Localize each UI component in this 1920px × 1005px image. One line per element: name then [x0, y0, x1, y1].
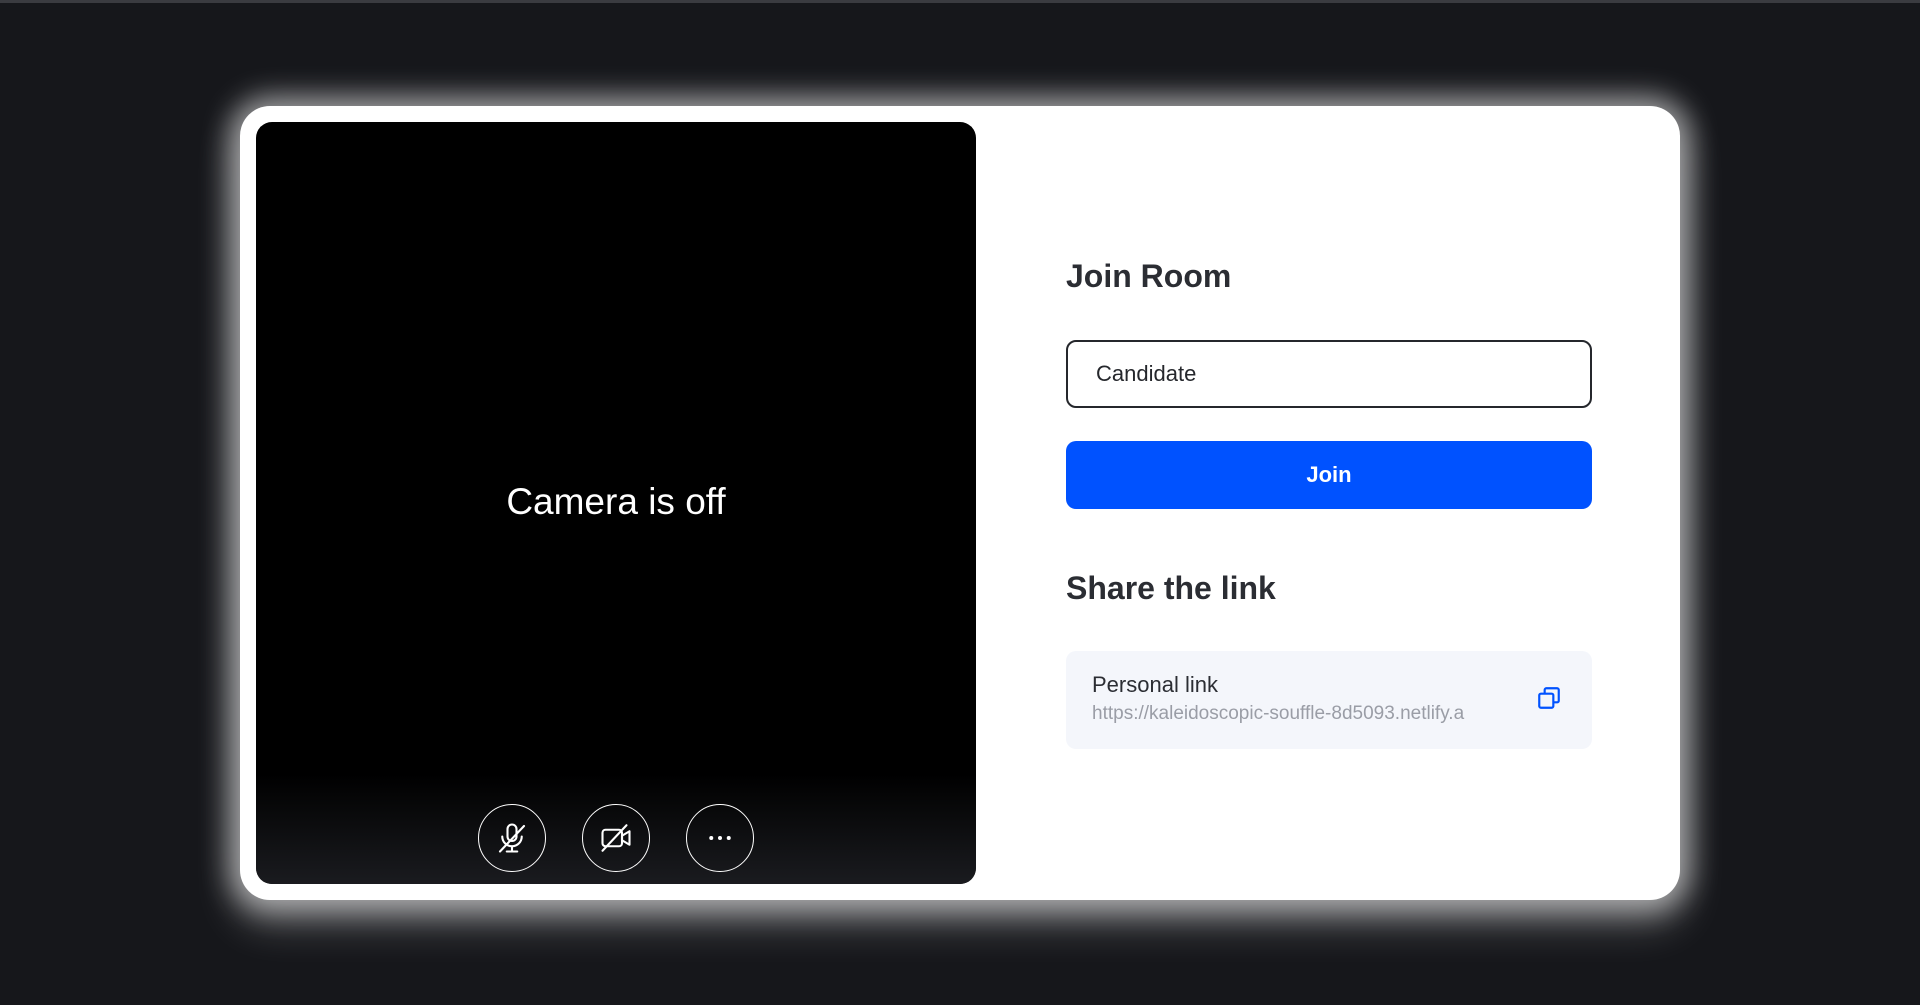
- mic-off-icon: [494, 820, 530, 856]
- personal-link-url: https://kaleidoscopic-souffle-8d5093.net…: [1092, 703, 1465, 724]
- join-card: Camera is off Join Room Candidate Join S…: [240, 106, 1680, 900]
- join-panel: Join Room Join Share the link Personal l…: [1066, 106, 1592, 900]
- camera-off-text: Camera is off: [506, 481, 726, 522]
- personal-link-box: Personal link https://kaleidoscopic-souf…: [1066, 651, 1592, 749]
- join-button[interactable]: Join: [1066, 441, 1592, 509]
- more-horizontal-icon: [705, 823, 735, 853]
- copy-icon: [1536, 685, 1562, 716]
- toggle-microphone-button[interactable]: [478, 804, 546, 872]
- toggle-camera-button[interactable]: [582, 804, 650, 872]
- copy-link-button[interactable]: [1534, 685, 1564, 715]
- share-link-title: Share the link: [1066, 570, 1276, 606]
- display-name-input[interactable]: [1066, 340, 1592, 408]
- video-preview: Camera is off: [256, 122, 976, 884]
- video-off-icon: [598, 820, 634, 856]
- personal-link-label: Personal link: [1092, 672, 1218, 697]
- media-controls: [256, 804, 976, 872]
- join-room-title: Join Room: [1066, 258, 1232, 294]
- more-options-button[interactable]: [686, 804, 754, 872]
- window-top-border: [0, 0, 1920, 3]
